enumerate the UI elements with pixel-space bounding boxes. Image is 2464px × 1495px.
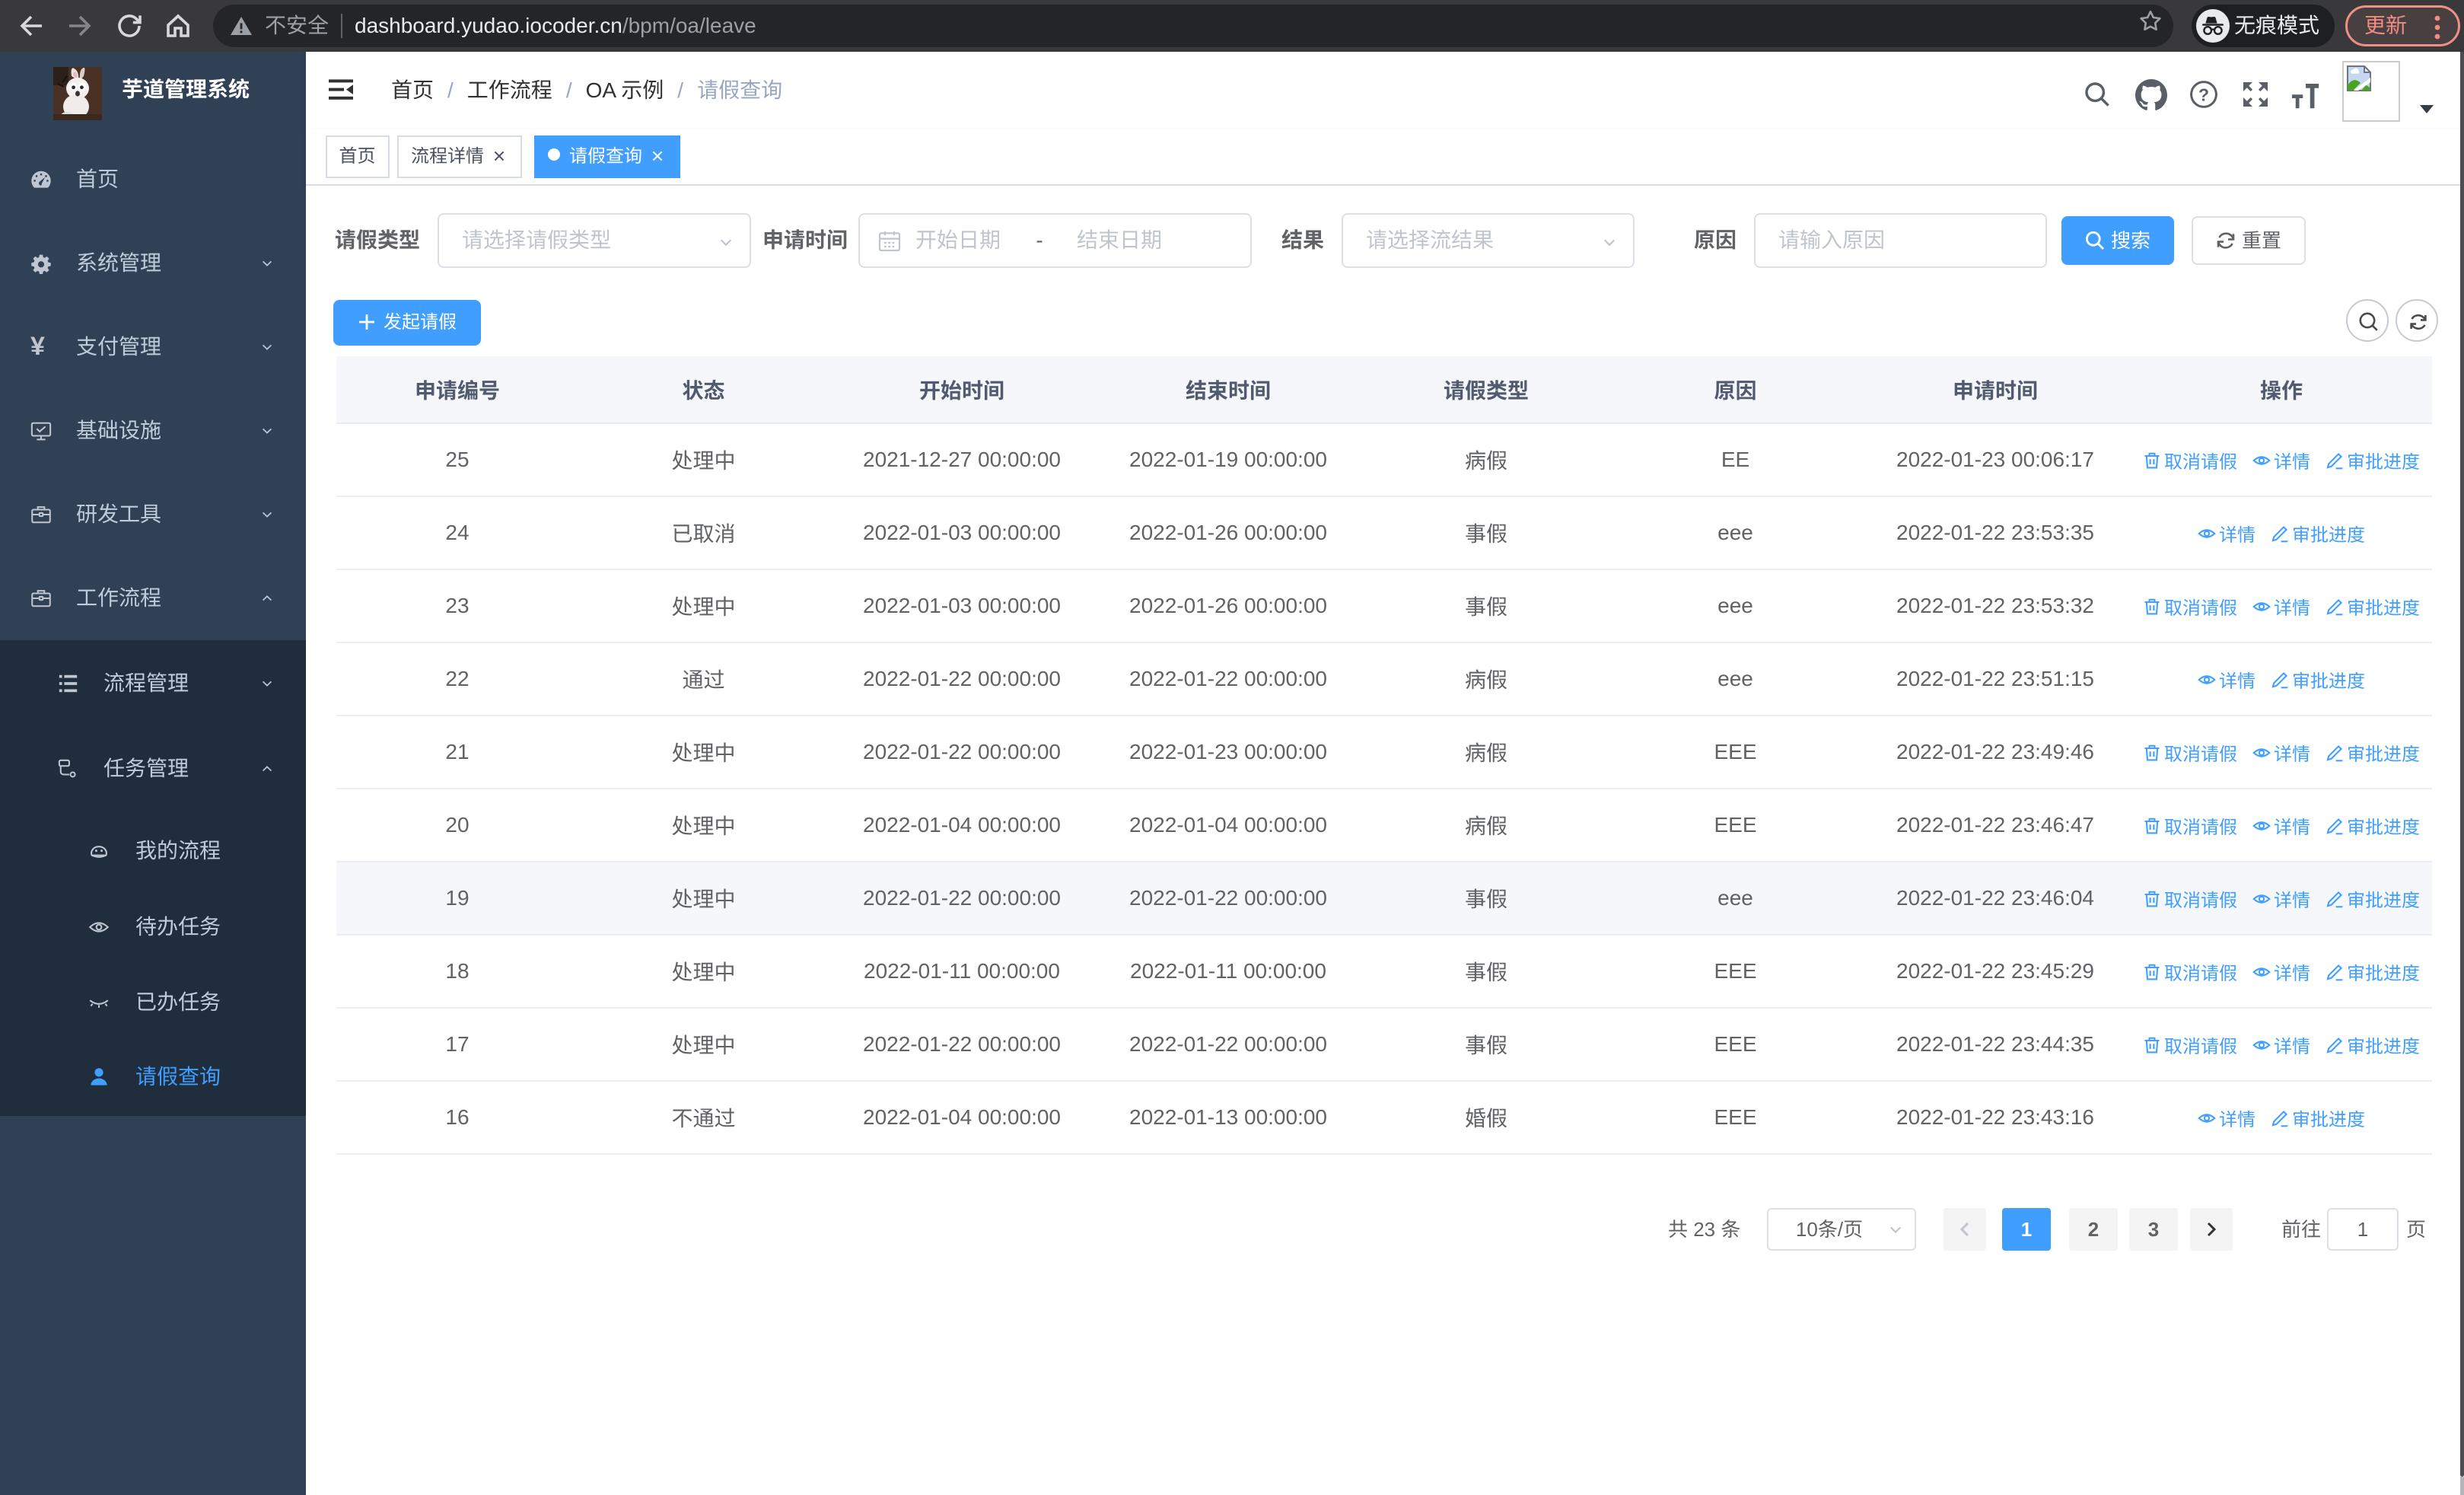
svg-text:?: ? xyxy=(2198,84,2209,104)
